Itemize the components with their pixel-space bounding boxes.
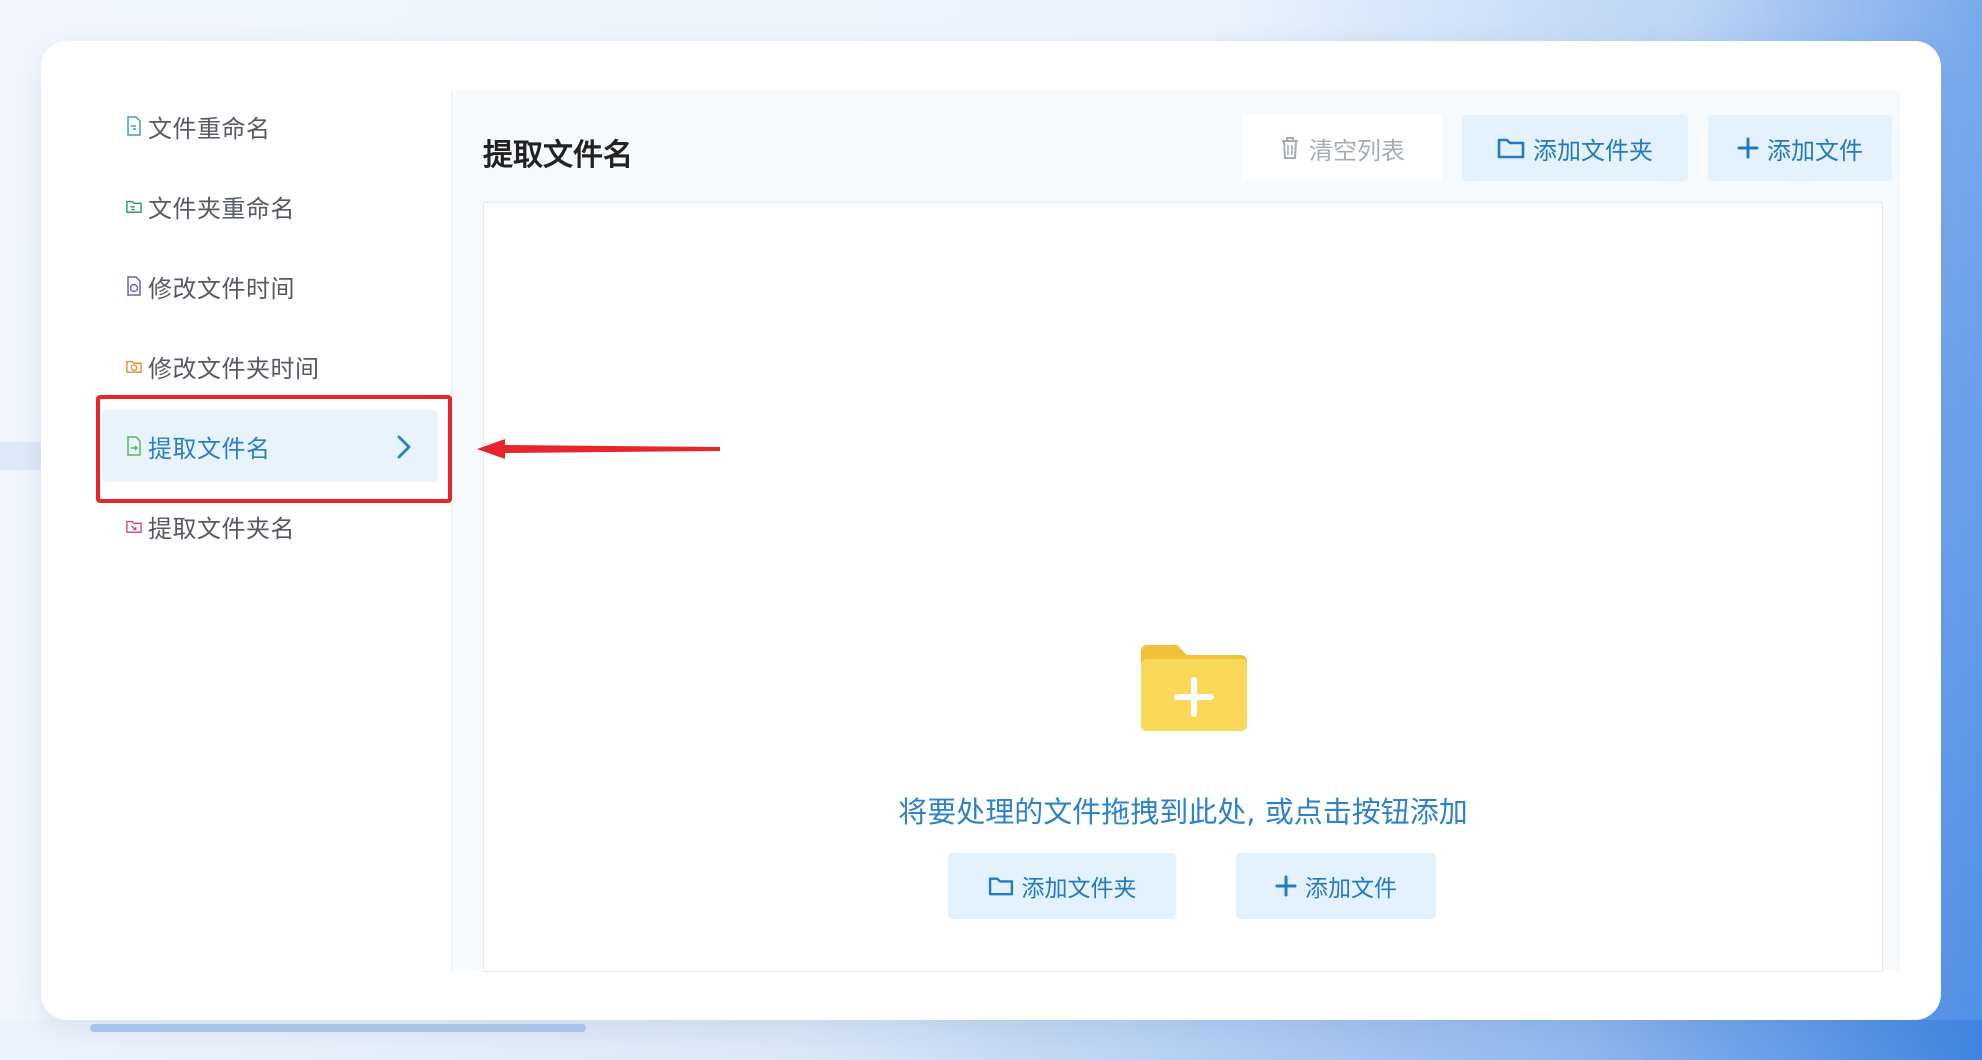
folder-time-icon [126, 360, 142, 373]
main-panel: 提取文件名 清空列表 添加文件夹 添加文件 将要处理的文件拖拽到此处, 或点击按… [452, 90, 1900, 972]
add-file-label: 添加文件 [1767, 136, 1863, 165]
dropzone-add-file-label: 添加文件 [1305, 876, 1397, 902]
folder-icon [1497, 137, 1525, 159]
page-title: 提取文件名 [483, 138, 633, 173]
sidebar-item-file-time[interactable]: 修改文件时间 [102, 250, 438, 322]
sidebar: 文件重命名 文件夹重命名 修改文件时间 修改文件夹时间 提取文件名 提取文件夹名 [90, 90, 452, 970]
dropzone-add-file-button[interactable]: 添加文件 [1236, 853, 1436, 919]
sidebar-item-label: 文件重命名 [148, 114, 271, 143]
add-folder-button[interactable]: 添加文件夹 [1462, 115, 1688, 181]
sidebar-item-label: 提取文件名 [148, 434, 271, 463]
clear-list-label: 清空列表 [1309, 136, 1405, 165]
sidebar-item-file-rename[interactable]: 文件重命名 [102, 90, 438, 162]
drop-hint: 将要处理的文件拖拽到此处, 或点击按钮添加 [898, 795, 1468, 829]
add-file-button[interactable]: 添加文件 [1708, 115, 1892, 181]
file-time-icon [127, 276, 141, 296]
folder-icon [988, 876, 1014, 896]
extract-foldername-icon [126, 520, 142, 533]
sidebar-item-label: 文件夹重命名 [148, 194, 295, 223]
sidebar-item-extract-foldername[interactable]: 提取文件夹名 [102, 490, 438, 562]
red-arrow-icon [477, 439, 720, 459]
add-folder-label: 添加文件夹 [1533, 136, 1653, 165]
dropzone-add-folder-button[interactable]: 添加文件夹 [948, 853, 1176, 919]
clear-list-button[interactable]: 清空列表 [1242, 115, 1442, 181]
sidebar-item-folder-time[interactable]: 修改文件夹时间 [102, 330, 438, 402]
folder-rename-icon [126, 200, 142, 213]
sidebar-item-label: 提取文件夹名 [148, 514, 295, 543]
app-container: 文件重命名 文件夹重命名 修改文件时间 修改文件夹时间 提取文件名 提取文件夹名… [90, 90, 1900, 972]
drop-zone[interactable]: 将要处理的文件拖拽到此处, 或点击按钮添加 添加文件夹 添加文件 [483, 202, 1883, 972]
sidebar-item-label: 修改文件夹时间 [148, 354, 320, 383]
folder-add-icon [1141, 645, 1247, 731]
sidebar-item-extract-filename[interactable]: 提取文件名 [102, 410, 438, 482]
extract-filename-icon [127, 436, 141, 456]
horizontal-scrollbar[interactable] [90, 1024, 586, 1032]
sidebar-item-folder-rename[interactable]: 文件夹重命名 [102, 170, 438, 242]
trash-icon [1279, 135, 1301, 161]
plus-icon [1275, 875, 1297, 897]
dropzone-add-folder-label: 添加文件夹 [1021, 876, 1137, 902]
chevron-right-icon [397, 435, 411, 459]
file-rename-icon [127, 116, 141, 136]
sidebar-item-label: 修改文件时间 [148, 274, 295, 303]
plus-icon [1737, 137, 1759, 159]
